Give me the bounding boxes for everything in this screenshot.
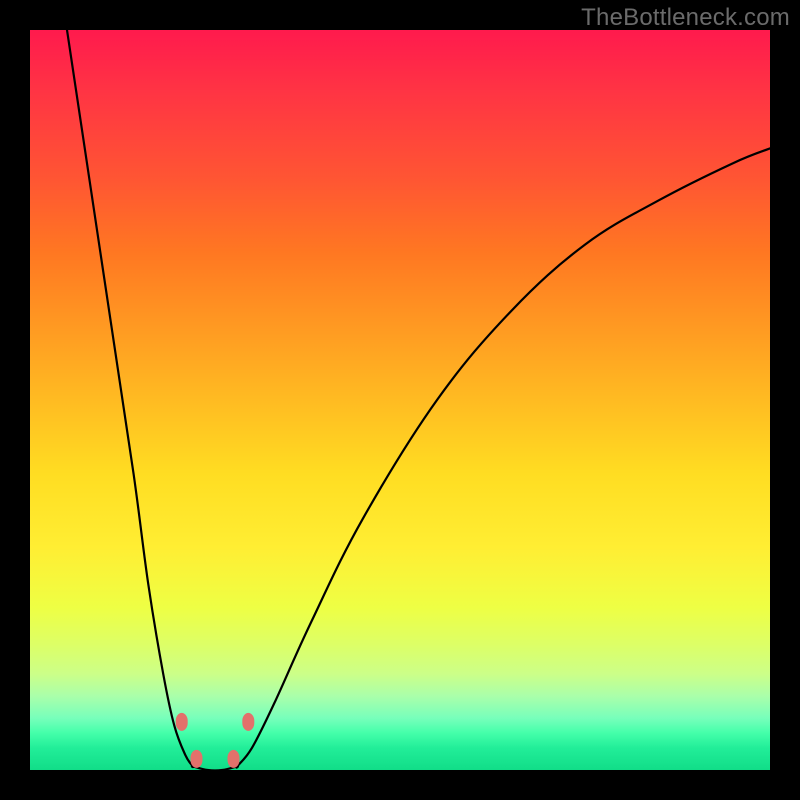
curve-marker [228,750,240,768]
curve-marker [191,750,203,768]
curve-marker [242,713,254,731]
watermark-text: TheBottleneck.com [581,4,790,32]
curve-marker [176,713,188,731]
curve-path [67,30,770,770]
bottleneck-curve [30,30,770,770]
chart-plot-area [30,30,770,770]
